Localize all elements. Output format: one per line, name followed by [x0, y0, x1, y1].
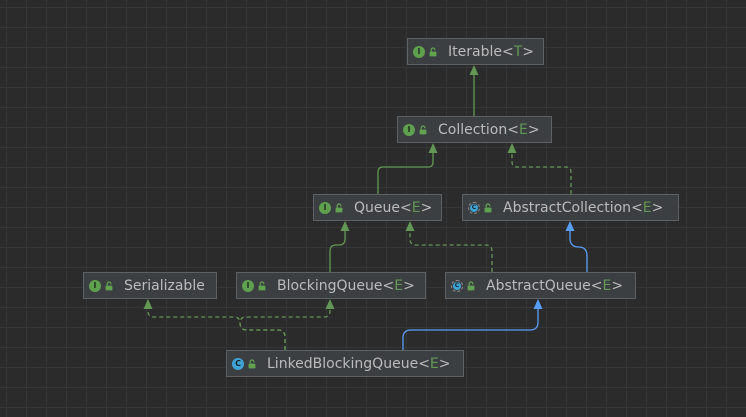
bracket-open: <	[631, 199, 643, 216]
edge-linked-blocking-queue-to-abstract-queue	[402, 299, 543, 350]
edge-line	[409, 230, 493, 272]
edge-line	[511, 152, 572, 194]
node-name: Queue	[354, 199, 400, 216]
type-param: E	[394, 277, 404, 294]
lock-icon	[467, 280, 475, 290]
bracket-open: <	[418, 355, 430, 372]
lock-icon	[335, 202, 343, 212]
bracket-close: >	[403, 277, 415, 294]
edge-collection-to-iterable	[469, 65, 479, 116]
type-param: E	[642, 199, 652, 216]
arrowhead	[428, 143, 438, 153]
abstract-class-icon: C	[451, 279, 463, 292]
lock-icon	[429, 46, 437, 56]
class-icon: C	[232, 357, 244, 370]
lock-icon	[248, 358, 256, 368]
node-label: Serializable	[124, 279, 205, 293]
edge-blocking-queue-to-queue	[329, 221, 350, 272]
arrowhead	[565, 221, 575, 231]
bracket-close: >	[522, 43, 534, 60]
node-label: Queue < E >	[354, 201, 432, 215]
node-label: BlockingQueue < E >	[277, 279, 415, 293]
lock-icon	[484, 202, 492, 212]
node-serializable[interactable]: I Serializable	[83, 272, 217, 299]
node-abstract-collection[interactable]: C AbstractCollection < E >	[462, 194, 679, 221]
bracket-close: >	[420, 199, 433, 216]
bracket-open: <	[400, 199, 412, 216]
icon-letter: C	[470, 203, 478, 212]
node-label: AbstractQueue < E >	[486, 279, 623, 293]
icon-letter: I	[407, 124, 411, 134]
lock-icon	[258, 280, 266, 290]
edge-queue-to-collection	[377, 143, 438, 194]
edge-abstract-collection-to-collection	[507, 143, 572, 194]
arrowhead	[405, 221, 415, 231]
node-label: Collection < E >	[438, 123, 540, 137]
node-name: AbstractQueue	[486, 277, 591, 294]
edge-line	[239, 308, 331, 350]
node-name: Serializable	[124, 277, 205, 294]
edge-linked-blocking-queue-to-serializable	[143, 299, 286, 350]
type-param: E	[602, 277, 612, 294]
node-collection[interactable]: I Collection < E >	[397, 116, 552, 143]
icon-letter: I	[246, 280, 250, 290]
interface-icon: I	[89, 279, 101, 292]
lock-icon	[105, 280, 113, 290]
node-blocking-queue[interactable]: I BlockingQueue < E >	[236, 272, 426, 299]
edge-line	[329, 230, 346, 272]
edge-abstract-queue-to-queue	[405, 221, 493, 272]
node-name: BlockingQueue	[277, 277, 383, 294]
arrowhead	[469, 65, 479, 75]
type-param: E	[429, 355, 439, 372]
edge-line	[377, 152, 434, 194]
edge-line	[402, 308, 539, 350]
bracket-close: >	[611, 277, 624, 294]
node-iterable[interactable]: I Iterable < T >	[407, 38, 544, 65]
arrowhead	[340, 221, 350, 231]
node-label: LinkedBlockingQueue < E >	[267, 357, 451, 371]
bracket-close: >	[651, 199, 664, 216]
bracket-open: <	[590, 277, 603, 294]
arrowhead	[507, 143, 517, 153]
interface-icon: I	[413, 45, 425, 58]
type-param: E	[411, 199, 421, 216]
edge-linked-blocking-queue-to-blocking-queue	[239, 299, 335, 350]
node-name: AbstractCollection	[503, 199, 632, 216]
icon-letter: I	[323, 202, 327, 212]
arrowhead	[533, 299, 543, 309]
lock-icon	[419, 124, 427, 134]
interface-icon: I	[242, 279, 254, 292]
interface-icon: I	[403, 123, 415, 136]
edge-abstract-queue-to-abstract-collection	[565, 221, 588, 272]
icon-letter: I	[93, 280, 97, 290]
icon-letter: C	[453, 281, 461, 290]
node-label: AbstractCollection < E >	[503, 201, 663, 215]
diagram-canvas: I Iterable < T > I Collection < E > I Qu…	[0, 0, 746, 417]
icon-letter: C	[235, 358, 241, 368]
abstract-class-icon: C	[468, 201, 480, 214]
node-name: Iterable	[448, 43, 502, 60]
edge-line	[569, 230, 588, 272]
bracket-open: <	[382, 277, 395, 294]
node-name: Collection	[438, 121, 508, 138]
type-param: T	[513, 43, 523, 60]
bracket-open: <	[501, 43, 514, 60]
node-abstract-queue[interactable]: C AbstractQueue < E >	[445, 272, 636, 299]
node-label: Iterable < T >	[448, 45, 534, 59]
bracket-close: >	[527, 121, 540, 138]
node-linked-blocking-queue[interactable]: C LinkedBlockingQueue < E >	[226, 350, 464, 377]
arrowhead	[325, 299, 335, 309]
type-param: E	[518, 121, 528, 138]
interface-icon: I	[319, 201, 331, 214]
node-name: LinkedBlockingQueue	[267, 355, 419, 372]
bracket-close: >	[438, 355, 451, 372]
icon-letter: I	[417, 46, 421, 56]
edge-line	[147, 308, 286, 350]
bracket-open: <	[507, 121, 519, 138]
node-queue[interactable]: I Queue < E >	[313, 194, 442, 221]
arrowhead	[143, 299, 153, 309]
